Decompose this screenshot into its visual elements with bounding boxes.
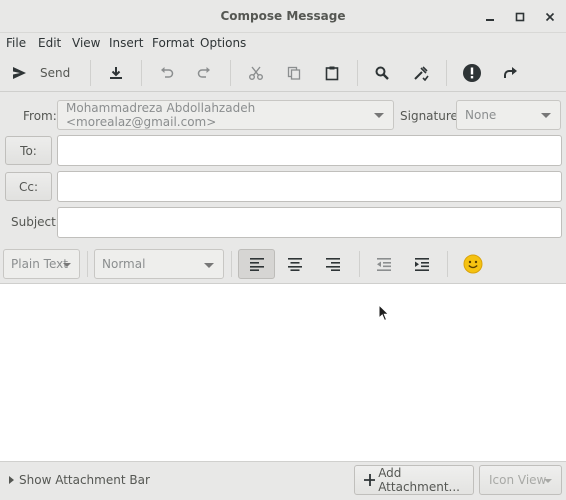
cut-icon: [249, 66, 263, 80]
send-button[interactable]: Send: [10, 60, 74, 86]
menu-options[interactable]: Options: [200, 36, 246, 50]
close-icon: [545, 12, 555, 22]
toolbar-separator: [359, 251, 360, 277]
priority-icon: [463, 64, 481, 82]
from-select[interactable]: Mohammadreza Abdollahzadeh <morealaz@gma…: [57, 100, 394, 130]
attachment-bar: Show Attachment Bar Add Attachment... Ic…: [0, 461, 566, 500]
cc-label: Cc:: [18, 179, 39, 194]
show-attachment-bar-label: Show Attachment Bar: [19, 473, 150, 487]
priority-button[interactable]: [459, 60, 485, 86]
add-attachment-label: Add Attachment...: [378, 466, 460, 494]
cut-button[interactable]: [243, 60, 269, 86]
menu-insert[interactable]: Insert: [109, 36, 143, 50]
align-right-button[interactable]: [314, 249, 351, 279]
insert-emoticon-button[interactable]: [454, 249, 491, 279]
signature-label: Signature:: [400, 109, 462, 123]
menu-format[interactable]: Format: [152, 36, 194, 50]
paste-icon: [325, 66, 339, 81]
find-icon: [375, 66, 389, 80]
redo-icon: [197, 67, 210, 78]
find-button[interactable]: [369, 60, 395, 86]
message-body-editor[interactable]: [0, 284, 566, 461]
paragraph-style-select[interactable]: Normal: [94, 249, 224, 279]
send-icon: [13, 67, 26, 79]
subject-label: Subject:: [11, 215, 60, 229]
toolbar-separator: [446, 60, 447, 86]
send-label: Send: [40, 66, 71, 80]
toolbar-separator: [357, 60, 358, 86]
increase-indent-button[interactable]: [403, 249, 440, 279]
toolbar-separator: [87, 251, 88, 277]
to-button[interactable]: To:: [5, 136, 52, 165]
chevron-down-icon: [63, 263, 71, 267]
attachment-view-select[interactable]: Icon View: [479, 465, 562, 495]
forward-button[interactable]: [497, 60, 523, 86]
format-toolbar: Plain Text Normal: [0, 244, 566, 284]
chevron-down-icon: [204, 263, 214, 268]
save-draft-icon: [110, 67, 122, 79]
align-center-button[interactable]: [276, 249, 313, 279]
cc-field[interactable]: [57, 171, 562, 202]
decrease-indent-button[interactable]: [365, 249, 402, 279]
align-left-icon: [249, 258, 264, 271]
expander-arrow-icon: [9, 476, 14, 484]
signature-select[interactable]: None: [456, 100, 561, 130]
mouse-pointer-icon: [378, 304, 390, 322]
minimize-icon: [486, 19, 494, 21]
undo-button[interactable]: [154, 60, 180, 86]
align-right-icon: [325, 258, 340, 271]
cc-button[interactable]: Cc:: [5, 172, 52, 201]
chevron-down-icon: [544, 479, 552, 483]
toolbar: Send: [0, 55, 566, 92]
forward-icon: [504, 67, 517, 78]
from-value: Mohammadreza Abdollahzadeh <morealaz@gma…: [66, 101, 256, 129]
paste-button[interactable]: [319, 60, 345, 86]
redo-button[interactable]: [191, 60, 217, 86]
paragraph-style-value: Normal: [102, 257, 146, 271]
menu-edit[interactable]: Edit: [38, 36, 61, 50]
toolbar-separator: [230, 60, 231, 86]
show-attachment-bar-toggle[interactable]: Show Attachment Bar: [9, 473, 150, 487]
toolbar-separator: [90, 60, 91, 86]
chevron-down-icon: [374, 113, 384, 118]
maximize-button[interactable]: [510, 7, 530, 27]
attachment-view-value: Icon View: [489, 473, 547, 487]
add-icon: [364, 474, 376, 486]
subject-field[interactable]: [57, 207, 562, 238]
emoji-icon: [463, 254, 482, 274]
close-button[interactable]: [540, 7, 560, 27]
menu-view[interactable]: View: [72, 36, 100, 50]
minimize-button[interactable]: [480, 7, 500, 27]
spell-check-icon: [414, 66, 429, 81]
toolbar-separator: [447, 251, 448, 277]
format-mode-value: Plain Text: [11, 257, 68, 271]
format-mode-select[interactable]: Plain Text: [3, 249, 80, 279]
copy-button[interactable]: [281, 60, 307, 86]
chevron-down-icon: [541, 113, 551, 118]
align-center-icon: [287, 258, 302, 271]
spell-check-button[interactable]: [408, 60, 434, 86]
maximize-icon: [515, 12, 525, 22]
menu-file[interactable]: File: [6, 36, 26, 50]
menu-bar: File Edit View Insert Format Options: [0, 33, 566, 55]
from-label: From:: [23, 109, 57, 123]
toolbar-separator: [231, 251, 232, 277]
add-attachment-button[interactable]: Add Attachment...: [354, 465, 474, 495]
undo-icon: [161, 67, 174, 78]
title-bar: Compose Message: [0, 0, 566, 33]
decrease-indent-icon: [376, 258, 391, 271]
increase-indent-icon: [414, 258, 429, 271]
toolbar-separator: [141, 60, 142, 86]
to-field[interactable]: [57, 135, 562, 166]
align-left-button[interactable]: [238, 249, 275, 279]
to-label: To:: [20, 143, 37, 158]
copy-icon: [287, 66, 301, 80]
save-draft-button[interactable]: [103, 60, 129, 86]
signature-value: None: [465, 108, 497, 122]
